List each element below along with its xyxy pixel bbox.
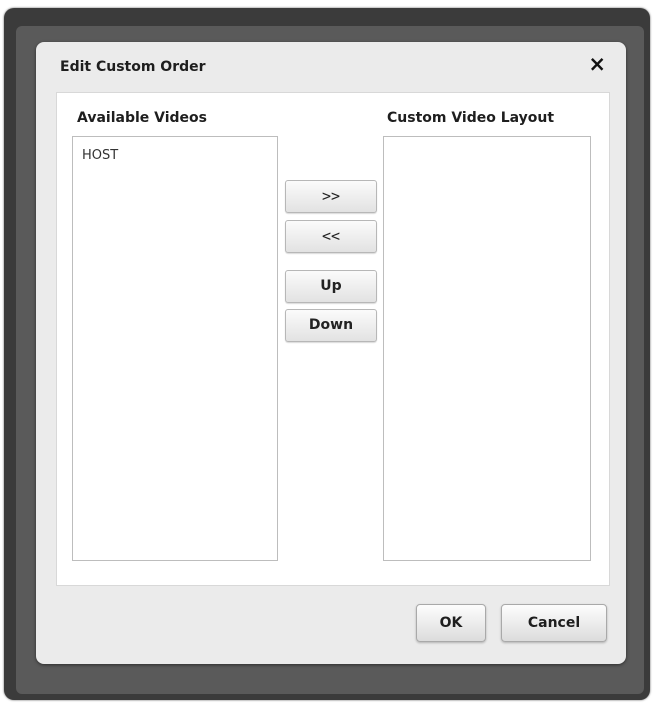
close-icon[interactable]: × (588, 52, 606, 76)
remove-from-layout-button[interactable]: << (285, 220, 377, 253)
custom-video-layout-label: Custom Video Layout (387, 110, 555, 126)
edit-custom-order-dialog: Edit Custom Order × Available Videos Cus… (36, 42, 626, 664)
add-to-layout-button[interactable]: >> (285, 180, 377, 213)
move-up-button[interactable]: Up (285, 270, 377, 303)
move-down-button[interactable]: Down (285, 309, 377, 342)
list-item-host[interactable]: HOST (73, 137, 277, 163)
available-videos-list[interactable]: HOST (72, 136, 278, 561)
dialog-content: Available Videos Custom Video Layout HOS… (56, 92, 610, 586)
ok-button[interactable]: OK (416, 604, 486, 642)
dialog-title: Edit Custom Order (60, 59, 206, 75)
cancel-button[interactable]: Cancel (501, 604, 607, 642)
custom-video-layout-list[interactable] (383, 136, 591, 561)
available-videos-label: Available Videos (77, 110, 207, 126)
